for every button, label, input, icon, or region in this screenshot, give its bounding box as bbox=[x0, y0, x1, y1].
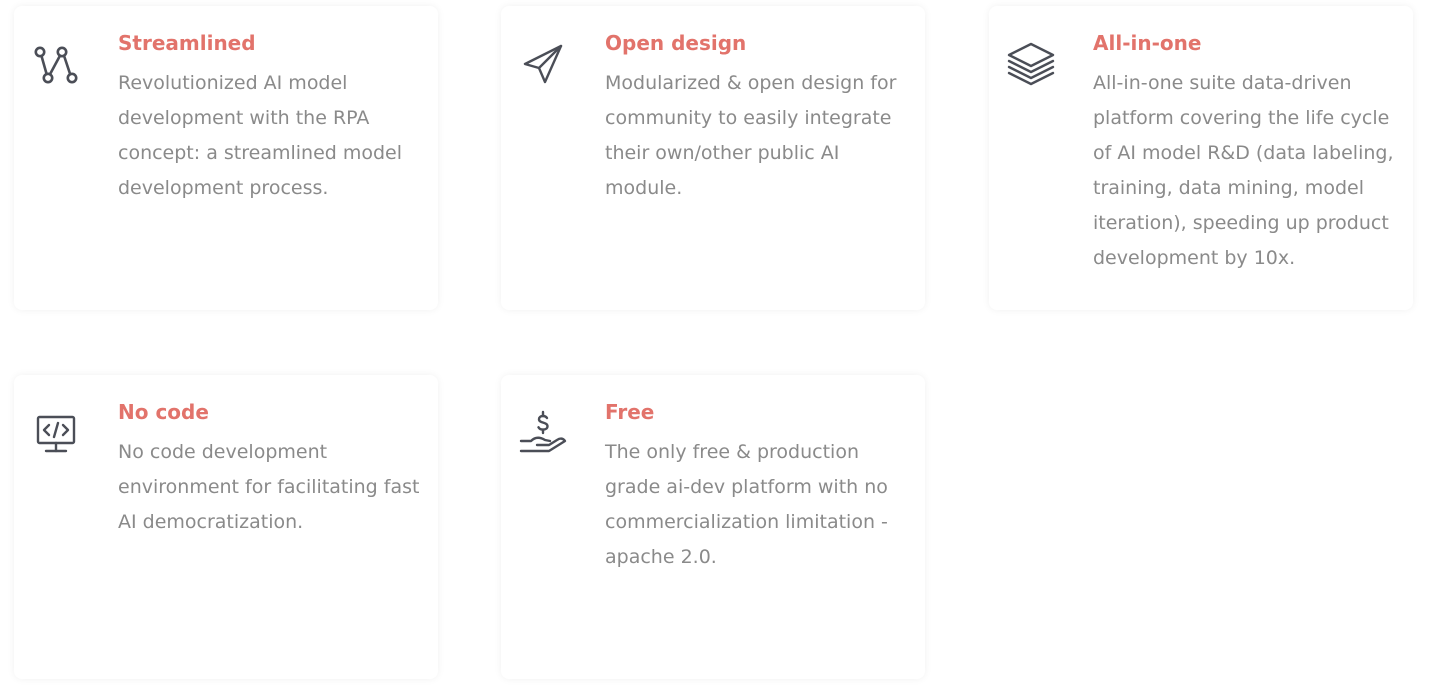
streamline-nodes-icon bbox=[30, 38, 82, 90]
feature-card-all-in-one: All-in-one All-in-one suite data-driven … bbox=[989, 6, 1413, 310]
feature-card-free: Free The only free & production grade ai… bbox=[501, 375, 925, 679]
feature-description: Modularized & open design for community … bbox=[605, 72, 897, 199]
feature-title: Streamlined bbox=[118, 31, 256, 55]
paper-plane-icon bbox=[517, 38, 569, 90]
feature-card-open-design: Open design Modularized & open design fo… bbox=[501, 6, 925, 310]
feature-description: The only free & production grade ai-dev … bbox=[605, 441, 888, 568]
layers-icon bbox=[1005, 38, 1057, 90]
feature-description: All-in-one suite data-driven platform co… bbox=[1093, 72, 1394, 269]
feature-description: Revolutionized AI model development with… bbox=[118, 72, 403, 199]
feature-card-streamlined: Streamlined Revolutionized AI model deve… bbox=[14, 6, 438, 310]
feature-title: All-in-one bbox=[1093, 31, 1202, 55]
feature-card-no-code: No code No code development environment … bbox=[14, 375, 438, 679]
feature-description: No code development environment for faci… bbox=[118, 441, 420, 533]
hand-dollar-icon bbox=[517, 407, 569, 459]
code-monitor-icon bbox=[30, 407, 82, 459]
feature-title: Free bbox=[605, 400, 655, 424]
feature-title: No code bbox=[118, 400, 209, 424]
feature-title: Open design bbox=[605, 31, 747, 55]
